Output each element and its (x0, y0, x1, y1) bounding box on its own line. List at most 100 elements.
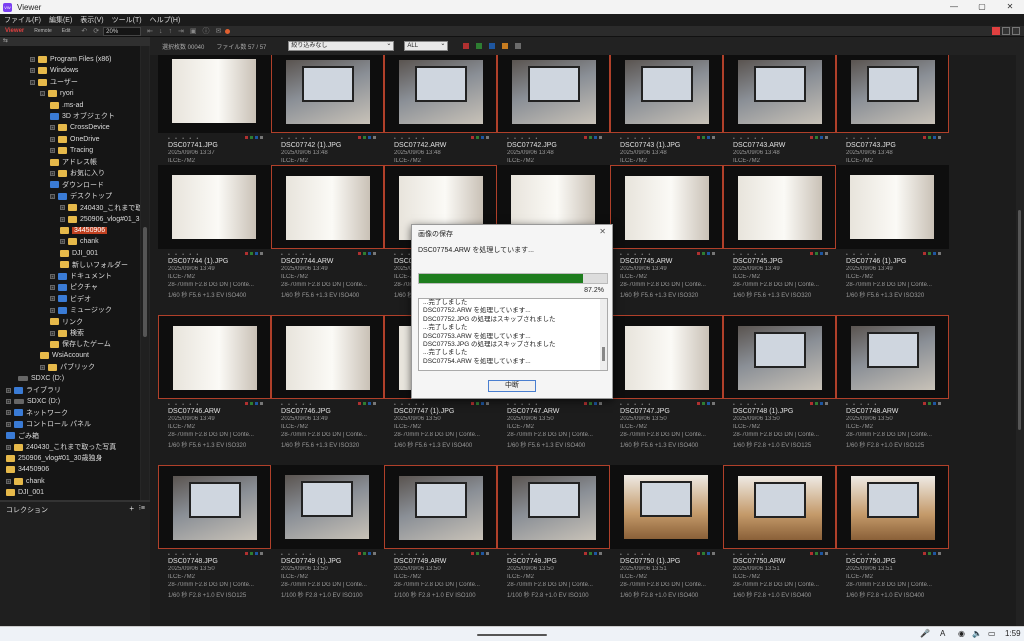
image-icon[interactable]: ▣ (190, 27, 197, 35)
color-labels[interactable] (808, 402, 828, 405)
tree-item[interactable]: 新しいフォルダー (60, 260, 128, 270)
detail-view-icon[interactable] (1012, 27, 1020, 35)
color-label-dot[interactable] (260, 552, 263, 555)
next-icon[interactable]: ↑ (169, 28, 173, 35)
thumbnail-frame[interactable] (271, 55, 384, 133)
expand-icon[interactable]: + (6, 444, 11, 450)
tree-header[interactable]: ⇆ (0, 37, 150, 46)
thumbnail-cell[interactable]: • • • • • DSC07744.ARW 2025/09/06 13:49 ILC… (271, 165, 384, 305)
thumbnail-cell[interactable]: • • • • • DSC07745.JPG 2025/09/06 13:49 ILC… (723, 165, 836, 305)
color-label-dot[interactable] (933, 402, 936, 405)
color-label-dot[interactable] (260, 402, 263, 405)
type-select[interactable]: ALL (404, 40, 449, 51)
tree-item[interactable]: + Program Files (x86) (30, 54, 111, 64)
tree-item[interactable]: 34450906 (60, 225, 108, 235)
thumbnail-cell[interactable]: • • • • • DSC07744 (1).JPG 2025/09/06 13:4… (158, 165, 271, 305)
color-label-swatch[interactable] (476, 43, 483, 49)
mail-icon[interactable]: ✉ (216, 27, 222, 35)
color-label-dot[interactable] (599, 552, 602, 555)
thumbnail-frame[interactable] (158, 465, 271, 549)
color-label-dot[interactable] (471, 552, 474, 555)
tree-item[interactable]: DJI_001 (60, 248, 98, 258)
thumbnail-cell[interactable]: • • • • • DSC07750 (1).JPG 2025/09/06 13:5… (610, 465, 723, 605)
color-label-dot[interactable] (363, 402, 366, 405)
color-label-dot[interactable] (589, 136, 592, 139)
thumbnail-cell[interactable]: • • • • • DSC07745.ARW 2025/09/06 13:49 ILC… (610, 165, 723, 305)
color-label-dot[interactable] (255, 402, 258, 405)
color-labels[interactable] (469, 136, 489, 139)
color-label-dot[interactable] (363, 252, 366, 255)
color-label-dot[interactable] (928, 402, 931, 405)
tree-item[interactable]: + chank (6, 476, 45, 486)
tree-item[interactable]: 保存したゲーム (50, 339, 111, 349)
color-label-dot[interactable] (476, 136, 479, 139)
color-labels[interactable] (695, 252, 715, 255)
tree-item[interactable]: +240430_これまで取 (60, 203, 140, 213)
expand-icon[interactable]: + (6, 421, 11, 427)
expand-icon[interactable]: + (50, 296, 55, 302)
color-labels[interactable] (356, 252, 376, 255)
color-label-dot[interactable] (702, 252, 705, 255)
color-label-dot[interactable] (245, 252, 248, 255)
tree-item[interactable]: 3D オブジェクト (50, 111, 115, 121)
color-label-dot[interactable] (368, 552, 371, 555)
color-label-dot[interactable] (471, 136, 474, 139)
volume-icon[interactable]: 🔈 (972, 629, 982, 638)
color-label-dot[interactable] (938, 136, 941, 139)
color-label-dot[interactable] (486, 402, 489, 405)
color-label-swatch[interactable] (515, 43, 522, 49)
color-label-dot[interactable] (358, 136, 361, 139)
tree-item[interactable]: + chank (60, 237, 99, 247)
color-label-dot[interactable] (820, 402, 823, 405)
color-label-dot[interactable] (260, 252, 263, 255)
color-label-dot[interactable] (373, 136, 376, 139)
color-labels[interactable] (356, 402, 376, 405)
color-label-dot[interactable] (923, 252, 926, 255)
color-labels[interactable] (695, 552, 715, 555)
tree-item[interactable]: + ピクチャ (50, 282, 98, 292)
color-labels[interactable] (356, 552, 376, 555)
color-labels[interactable] (356, 136, 376, 139)
color-label-dot[interactable] (368, 252, 371, 255)
thumbnail-cell[interactable]: • • • • • DSC07749.JPG 2025/09/06 13:50 ILC… (497, 465, 610, 605)
tree-item[interactable]: リンク (50, 317, 83, 327)
color-labels[interactable] (695, 402, 715, 405)
thumbnail-frame[interactable] (497, 465, 610, 549)
tree-scrollbar-thumb[interactable] (143, 227, 147, 337)
color-label-dot[interactable] (358, 252, 361, 255)
tree-item[interactable]: + ビデオ (50, 294, 91, 304)
thumbnail-cell[interactable]: • • • • • DSC07748.ARW 2025/09/06 13:50 ILC… (836, 315, 949, 455)
thumbnail-cell[interactable]: • • • • • DSC07746.ARW 2025/09/06 13:49 ILC… (158, 315, 271, 455)
color-label-dot[interactable] (358, 552, 361, 555)
thumbnail-frame[interactable] (158, 165, 271, 249)
color-labels[interactable] (921, 136, 941, 139)
color-labels[interactable] (243, 136, 263, 139)
color-label-dot[interactable] (486, 136, 489, 139)
color-label-dot[interactable] (712, 552, 715, 555)
thumbnail-frame[interactable] (497, 55, 610, 133)
maximize-button[interactable]: ▢ (968, 0, 996, 14)
tree-item[interactable]: + OneDrive (50, 134, 100, 144)
tree-item[interactable]: - デスクトップ (50, 191, 112, 201)
dialog-close-icon[interactable]: ✕ (599, 227, 606, 236)
color-label-dot[interactable] (815, 552, 818, 555)
collection-menu-icon[interactable]: ⁝≡ (139, 504, 145, 512)
expand-icon[interactable]: + (50, 148, 55, 154)
color-label-dot[interactable] (928, 552, 931, 555)
color-label-dot[interactable] (702, 402, 705, 405)
expand-icon[interactable]: + (60, 216, 65, 222)
color-labels[interactable] (469, 402, 489, 405)
tree-item[interactable]: + ライブラリ (6, 385, 61, 395)
color-labels[interactable] (921, 252, 941, 255)
expand-icon[interactable]: + (50, 330, 55, 336)
expand-icon[interactable]: + (40, 364, 45, 370)
tree-item[interactable]: + ミュージック (50, 305, 112, 315)
color-label-dot[interactable] (471, 402, 474, 405)
tree-item[interactable]: ダウンロード (50, 180, 104, 190)
color-label-dot[interactable] (245, 552, 248, 555)
color-label-dot[interactable] (923, 402, 926, 405)
color-label-dot[interactable] (245, 136, 248, 139)
color-labels[interactable] (808, 136, 828, 139)
tree-item[interactable]: SDXC (D:) (18, 374, 64, 384)
color-label-dot[interactable] (589, 402, 592, 405)
